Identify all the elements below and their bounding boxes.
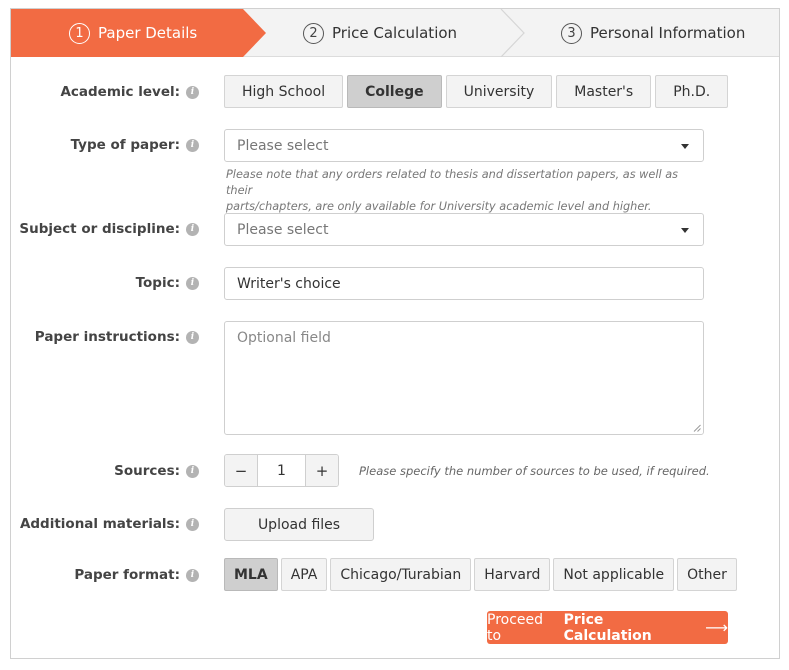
academic-level-options: High School College University Master's …: [224, 75, 729, 108]
info-icon[interactable]: i: [186, 464, 199, 478]
format-mla[interactable]: MLA: [224, 558, 278, 591]
step-label: Paper Details: [98, 24, 198, 42]
label-text: Additional materials:: [19, 516, 180, 532]
info-icon[interactable]: i: [186, 276, 199, 290]
instructions-textarea[interactable]: Optional field: [224, 321, 704, 435]
step-personal-information[interactable]: 3 Personal Information: [561, 9, 745, 57]
proceed-button[interactable]: Proceed to Price Calculation ⟶: [487, 611, 728, 644]
paper-format-label: Paper format: i: [74, 567, 199, 583]
proceed-strong: Price Calculation: [563, 611, 652, 644]
topic-label: Topic: i: [136, 275, 199, 291]
step-price-calculation[interactable]: 2 Price Calculation: [303, 9, 457, 57]
format-harvard[interactable]: Harvard: [474, 558, 551, 591]
label-text: Paper instructions:: [34, 329, 180, 345]
format-other[interactable]: Other: [677, 558, 737, 591]
type-of-paper-note: Please note that any orders related to t…: [226, 167, 706, 215]
label-text: Topic:: [135, 275, 180, 291]
instructions-label: Paper instructions: i: [35, 329, 199, 345]
select-placeholder: Please select: [237, 137, 329, 154]
sources-stepper: − 1 +: [224, 454, 339, 487]
select-placeholder: Please select: [237, 221, 329, 238]
level-university[interactable]: University: [445, 75, 553, 108]
info-icon[interactable]: i: [186, 517, 199, 531]
arrow-right-icon: ⟶: [705, 618, 728, 637]
type-of-paper-label: Type of paper: i: [71, 137, 199, 153]
format-apa[interactable]: APA: [280, 558, 328, 591]
note-line: Please note that any orders related to t…: [226, 168, 679, 197]
topic-input[interactable]: Writer's choice: [224, 267, 704, 300]
label-text: Subject or discipline:: [19, 221, 180, 237]
label-text: Academic level:: [60, 84, 180, 100]
label-text: Paper format:: [74, 567, 180, 583]
step-label: Personal Information: [590, 24, 746, 42]
sources-note: Please specify the number of sources to …: [359, 464, 710, 478]
label-text: Sources:: [114, 463, 180, 479]
subject-label: Subject or discipline: i: [19, 221, 199, 237]
decrement-button[interactable]: −: [225, 455, 257, 486]
textarea-placeholder: Optional field: [237, 330, 331, 346]
order-form: 1 Paper Details 2 Price Calculation 3 Pe…: [10, 8, 780, 659]
level-masters[interactable]: Master's: [556, 75, 652, 108]
materials-label: Additional materials: i: [20, 516, 199, 532]
increment-button[interactable]: +: [306, 455, 338, 486]
level-phd[interactable]: Ph.D.: [655, 75, 729, 108]
paper-format-options: MLA APA Chicago/Turabian Harvard Not app…: [224, 558, 737, 591]
info-icon[interactable]: i: [186, 222, 199, 236]
caret-down-icon: [681, 228, 689, 233]
step-label: Price Calculation: [332, 24, 458, 42]
label-text: Type of paper:: [70, 137, 180, 153]
sources-value[interactable]: 1: [257, 455, 306, 486]
format-not-applicable[interactable]: Not applicable: [553, 558, 675, 591]
subject-select[interactable]: Please select: [224, 213, 704, 246]
step-number: 3: [561, 22, 582, 44]
step-number: 1: [69, 22, 90, 44]
upload-files-button[interactable]: Upload files: [224, 508, 374, 541]
proceed-prefix: Proceed to: [487, 611, 544, 644]
resize-handle-icon[interactable]: [693, 424, 701, 432]
info-icon[interactable]: i: [186, 138, 199, 152]
academic-level-label: Academic level: i: [60, 84, 199, 100]
step-paper-details[interactable]: 1 Paper Details: [69, 9, 197, 57]
info-icon[interactable]: i: [186, 568, 199, 582]
caret-down-icon: [681, 144, 689, 149]
format-chicago-turabian[interactable]: Chicago/Turabian: [330, 558, 472, 591]
steps-bar: 1 Paper Details 2 Price Calculation 3 Pe…: [11, 9, 779, 57]
info-icon[interactable]: i: [186, 330, 199, 344]
type-of-paper-select[interactable]: Please select: [224, 129, 704, 162]
step-number: 2: [303, 22, 324, 44]
level-college[interactable]: College: [347, 75, 442, 108]
sources-label: Sources: i: [114, 463, 199, 479]
level-high-school[interactable]: High School: [224, 75, 344, 108]
info-icon[interactable]: i: [186, 85, 199, 99]
